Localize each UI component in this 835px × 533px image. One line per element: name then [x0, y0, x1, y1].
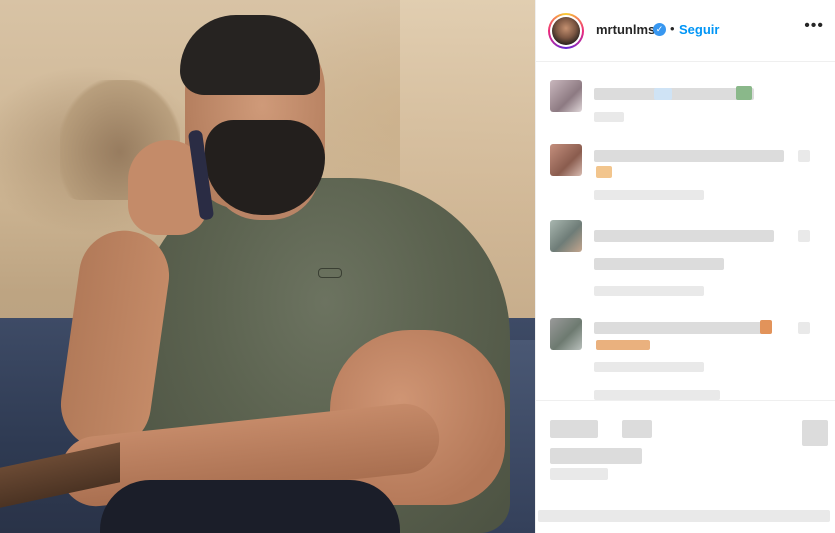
separator-dot: • — [670, 21, 675, 36]
comment-meta-blurred — [594, 390, 720, 400]
follow-button[interactable]: Seguir — [679, 22, 719, 37]
avatar-image — [552, 17, 580, 45]
comment-avatar[interactable] — [550, 144, 582, 176]
comment-emoji-blurred — [596, 166, 612, 178]
comment-meta-blurred — [594, 286, 704, 296]
shirt-logo — [318, 268, 342, 278]
person-legs — [100, 480, 400, 533]
comment-avatar[interactable] — [550, 80, 582, 112]
post-side-panel: mrtunlms ✓ • Seguir ••• — [535, 0, 835, 533]
username-link[interactable]: mrtunlms — [596, 22, 655, 37]
comment-like-blurred — [798, 150, 810, 162]
comment-meta-blurred — [594, 190, 704, 200]
add-comment-blurred[interactable] — [538, 510, 830, 522]
post-header: mrtunlms ✓ • Seguir ••• — [536, 0, 835, 62]
action-icons-blurred[interactable] — [550, 420, 598, 438]
comment-text-blurred — [594, 258, 724, 270]
comment-text-blurred — [594, 150, 784, 162]
comment-text-blurred — [594, 230, 774, 242]
post-photo[interactable] — [0, 0, 535, 533]
comment-meta-blurred — [594, 362, 704, 372]
section-divider — [536, 400, 835, 401]
verified-badge-icon: ✓ — [653, 23, 666, 36]
comment-text-blurred — [594, 322, 764, 334]
comment-emoji-blurred — [760, 320, 772, 334]
post-date-blurred — [550, 468, 608, 480]
comment-like-blurred — [798, 230, 810, 242]
comment-like-blurred — [798, 322, 810, 334]
comment-avatar[interactable] — [550, 220, 582, 252]
comment-emoji-blurred — [654, 88, 672, 100]
comment-avatar[interactable] — [550, 318, 582, 350]
person-hair — [180, 15, 320, 95]
avatar[interactable] — [548, 13, 584, 49]
save-icon-blurred[interactable] — [802, 420, 828, 446]
more-options-icon[interactable]: ••• — [804, 17, 824, 35]
comment-emoji-blurred — [736, 86, 752, 100]
comment-text-blurred — [594, 88, 754, 100]
action-icons-blurred[interactable] — [622, 420, 652, 438]
likes-count-blurred — [550, 448, 642, 464]
comment-meta-blurred — [594, 112, 624, 122]
comment-emoji-blurred — [596, 340, 650, 350]
